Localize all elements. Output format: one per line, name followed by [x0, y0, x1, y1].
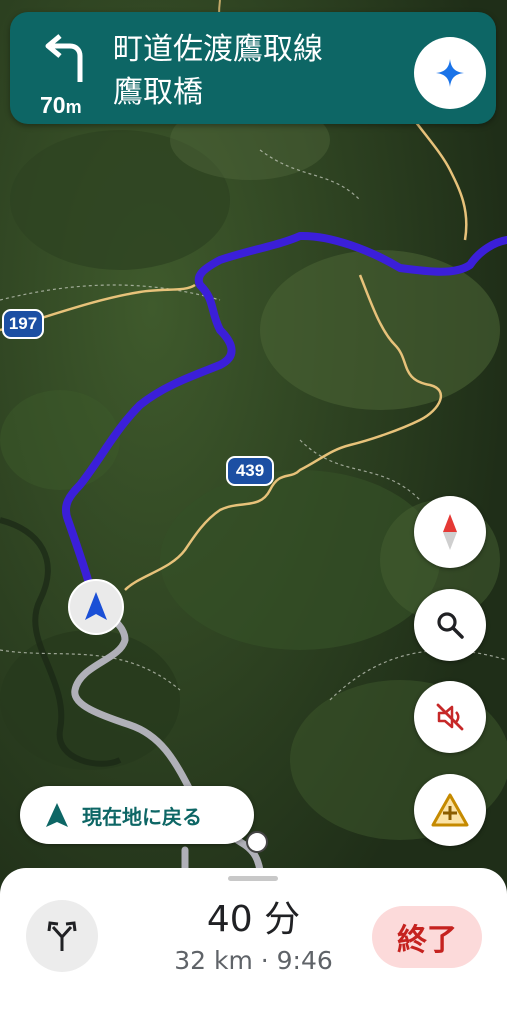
route-shield-197: 197: [2, 309, 44, 339]
search-button[interactable]: [414, 589, 486, 661]
end-navigation-button[interactable]: 終了: [372, 906, 482, 968]
sound-off-icon: [436, 703, 464, 731]
street-name: 町道佐渡鷹取線 鷹取橋: [113, 28, 323, 114]
compass-button[interactable]: [414, 496, 486, 568]
assistant-button[interactable]: [414, 37, 486, 109]
mute-button[interactable]: [414, 681, 486, 753]
turn-left-icon: [45, 34, 83, 82]
route-shield-439: 439: [226, 456, 274, 486]
trip-summary-sheet[interactable]: 40 分 32 km · 9:46 終了: [0, 868, 507, 1024]
recenter-label: 現在地に戻る: [82, 804, 202, 829]
street-line-1: 町道佐渡鷹取線: [113, 32, 323, 67]
turn-distance: 70m: [40, 92, 82, 118]
navigation-arrow-icon: [46, 803, 68, 827]
compass-icon: [443, 514, 457, 550]
sheet-drag-handle[interactable]: [228, 876, 278, 881]
sparkle-icon: [436, 59, 464, 87]
street-line-2: 鷹取橋: [113, 75, 203, 110]
report-incident-button[interactable]: [414, 774, 486, 846]
report-incident-icon: [431, 793, 469, 827]
search-icon: [437, 612, 464, 639]
navigation-banner[interactable]: 70m 町道佐渡鷹取線 鷹取橋: [10, 12, 496, 124]
recenter-button[interactable]: 現在地に戻る: [20, 786, 254, 844]
